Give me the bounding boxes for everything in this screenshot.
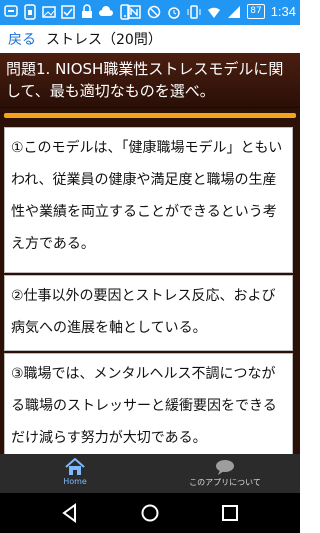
clock: 1:34: [270, 4, 296, 19]
bottom-navigation: Home このアプリについて: [0, 454, 300, 493]
question-text: 問題1. NIOSH職業性ストレスモデルに関して、最も適切なものを選べ。: [6, 60, 284, 100]
status-icons-left: [4, 4, 132, 20]
wifi-icon: [208, 7, 221, 18]
chat-icon: [216, 460, 234, 475]
progress-fill: [4, 113, 296, 118]
nfc-icon: [127, 4, 141, 19]
signal-icon: [228, 5, 241, 18]
check-icon: [61, 5, 75, 19]
nav-about-label: このアプリについて: [189, 478, 261, 487]
nav-home-label: Home: [63, 477, 87, 486]
block-icon: [147, 5, 161, 18]
progress-track: [4, 113, 296, 118]
answer-option-2[interactable]: ②仕事以外の要因とストレス反応、および病気への進展を軸としている。: [4, 275, 293, 351]
home-icon: [65, 458, 85, 475]
recents-square-icon[interactable]: [220, 503, 240, 523]
home-circle-icon[interactable]: [140, 503, 160, 523]
nav-home[interactable]: Home: [0, 454, 150, 493]
progress-area: [0, 108, 300, 124]
answer-option-3[interactable]: ③職場では、メンタルヘルス不調につながる職場のストレッサーと緩衝要因をできるだけ…: [4, 353, 293, 457]
lock-icon: [82, 4, 92, 18]
page-title: ストレス（20問）: [46, 32, 162, 48]
cloud-icon: [99, 6, 113, 16]
back-triangle-icon[interactable]: [60, 503, 80, 523]
app-bar: 戻る ストレス（20問）: [0, 25, 300, 53]
answer-options: ①このモデルは、「健康職場モデル」ともいわれ、従業員の健康や満足度と職場の生産性…: [0, 124, 300, 457]
status-bar: 87 1:34: [0, 0, 300, 25]
status-icons-right: 87 1:34: [127, 4, 296, 19]
battery-level: 87: [247, 4, 265, 19]
alarm-icon: [168, 6, 180, 19]
image-icon: [42, 6, 56, 18]
sim-icon: [24, 4, 36, 20]
question-panel: 問題1. NIOSH職業性ストレスモデルに関して、最も適切なものを選べ。: [0, 53, 300, 108]
back-button[interactable]: 戻る: [8, 29, 36, 49]
system-navigation-bar: [0, 493, 300, 533]
vibrate-icon: [187, 4, 201, 19]
nav-about[interactable]: このアプリについて: [150, 454, 300, 493]
answer-option-1[interactable]: ①このモデルは、「健康職場モデル」ともいわれ、従業員の健康や満足度と職場の生産性…: [4, 127, 293, 273]
talk-icon: [4, 5, 18, 17]
